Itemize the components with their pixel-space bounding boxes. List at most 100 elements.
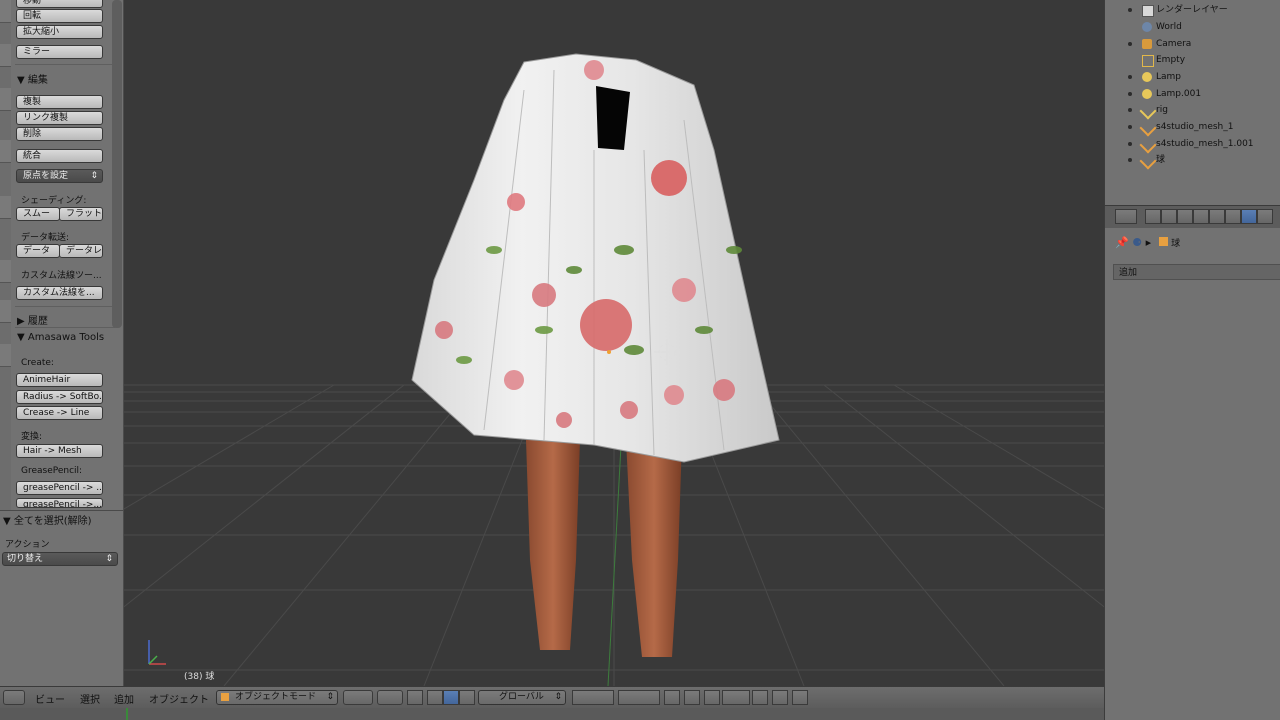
tool-shelf-scrollbar[interactable] <box>112 0 122 328</box>
tab-animation[interactable] <box>0 140 11 163</box>
object-tab-icon[interactable] <box>1209 209 1225 224</box>
custom-normal-tools-label: カスタム法線ツー... <box>21 271 102 281</box>
divider <box>15 306 115 307</box>
scale-manipulator-icon[interactable] <box>459 690 475 705</box>
rotate-manipulator-icon[interactable] <box>443 690 459 705</box>
axis-gizmo <box>148 640 166 665</box>
render-layers-tab-icon[interactable] <box>1161 209 1177 224</box>
outliner-item[interactable]: レンダーレイヤー <box>1105 2 1280 18</box>
anime-hair-button[interactable]: AnimeHair <box>16 373 103 387</box>
grease-pencil-button-1[interactable]: greasePencil -> ... <box>16 481 103 495</box>
delete-button[interactable]: 削除 <box>16 127 103 141</box>
operator-panel-header[interactable]: ▼ 全てを選択(解除) <box>3 512 92 527</box>
opengl-render-icon[interactable] <box>752 690 768 705</box>
tab-s4studio[interactable] <box>0 300 11 323</box>
tab-grease-pencil[interactable] <box>0 260 11 283</box>
layers-grid-1[interactable] <box>572 690 614 705</box>
timeline-strip[interactable] <box>0 708 1104 720</box>
manipulator-toggle-icon[interactable] <box>407 690 423 705</box>
menu-select[interactable]: 選択 <box>80 691 100 706</box>
duplicate-linked-button[interactable]: リンク複製 <box>16 111 103 125</box>
expand-dot-icon <box>1128 125 1132 129</box>
amasawa-panel-header[interactable]: ▼ Amasawa Tools <box>17 332 104 343</box>
breadcrumb-object-label: 球 <box>1171 239 1181 249</box>
dropdown-arrows-icon: ⇕ <box>105 554 113 564</box>
outliner-item-label: Lamp <box>1156 72 1182 82</box>
viewport-shading-menu[interactable] <box>343 690 373 705</box>
snap-toggle-icon[interactable] <box>704 690 720 705</box>
outliner-item[interactable]: s4studio_mesh_1.001 <box>1105 136 1280 154</box>
lock-layers-icon[interactable] <box>664 690 680 705</box>
proportional-edit-icon[interactable] <box>684 690 700 705</box>
outliner-item[interactable]: 球 <box>1105 152 1280 170</box>
divider <box>15 64 115 65</box>
collapse-arrow-icon: ▼ <box>3 516 11 527</box>
world-tab-icon[interactable] <box>1193 209 1209 224</box>
current-frame-marker[interactable] <box>126 708 128 720</box>
join-button[interactable]: 統合 <box>16 149 103 163</box>
outliner-item[interactable]: Lamp <box>1105 69 1280 85</box>
shade-flat-button[interactable]: フラット <box>59 207 103 221</box>
data-tab-icon[interactable] <box>1257 209 1273 224</box>
tab-extra[interactable] <box>0 344 11 367</box>
scene-canvas <box>124 53 1104 686</box>
opengl-animation-icon[interactable] <box>772 690 788 705</box>
grease-pencil-button-2[interactable]: greasePencil ->... <box>16 498 103 508</box>
outliner-item[interactable]: Empty <box>1105 52 1280 68</box>
editor-type-menu[interactable] <box>1115 209 1137 224</box>
snap-element-menu[interactable] <box>722 690 750 705</box>
tab-physics[interactable] <box>0 196 11 219</box>
outliner-item-label: 球 <box>1156 155 1166 165</box>
move-button[interactable]: 移動 <box>16 0 103 8</box>
render-tab-icon[interactable] <box>1145 209 1161 224</box>
expand-dot-icon <box>1128 42 1132 46</box>
constraints-tab-icon[interactable] <box>1225 209 1241 224</box>
action-select[interactable]: 切り替え ⇕ <box>2 552 118 566</box>
menu-view[interactable]: ビュー <box>35 691 65 706</box>
hair-mesh-button[interactable]: Hair -> Mesh <box>16 444 103 458</box>
layers-grid-2[interactable] <box>618 690 660 705</box>
crease-line-button[interactable]: Crease -> Line <box>16 406 103 420</box>
outliner-item[interactable]: s4studio_mesh_1 <box>1105 119 1280 137</box>
frame-object-label: (38) 球 <box>184 672 215 682</box>
data-layout-button[interactable]: データレ <box>59 244 103 258</box>
edit-header-label: 編集 <box>27 75 48 86</box>
translate-manipulator-icon[interactable] <box>427 690 443 705</box>
transform-orientation-select[interactable]: グローバル ⇕ <box>478 690 566 705</box>
add-modifier-dropdown[interactable]: 追加 <box>1113 264 1280 280</box>
3d-viewport[interactable]: (38) 球 <box>124 0 1104 686</box>
menu-add[interactable]: 追加 <box>114 691 134 706</box>
data-transfer-button[interactable]: データ <box>16 244 60 258</box>
dropdown-arrows-icon: ⇕ <box>326 692 334 702</box>
tab-create[interactable] <box>0 44 11 67</box>
tab-tools[interactable] <box>0 0 11 23</box>
custom-normal-button[interactable]: カスタム法線を... <box>16 286 103 300</box>
radius-softbody-button[interactable]: Radius -> SoftBo... <box>16 390 103 404</box>
world-icon <box>1142 22 1152 32</box>
editor-type-menu[interactable] <box>3 690 25 705</box>
outliner-item-label: s4studio_mesh_1 <box>1156 122 1234 132</box>
rotate-button[interactable]: 回転 <box>16 9 103 23</box>
edit-panel-header[interactable]: ▼ 編集 <box>17 71 48 86</box>
set-origin-select[interactable]: 原点を設定 ⇕ <box>16 169 103 183</box>
modifiers-tab-icon[interactable] <box>1241 209 1257 224</box>
pivot-point-menu[interactable] <box>377 690 403 705</box>
outliner-item[interactable]: rig <box>1105 102 1280 120</box>
mesh-icon <box>1139 136 1157 154</box>
mode-select[interactable]: オブジェクトモード ⇕ <box>216 690 338 705</box>
history-panel-header[interactable]: ▶ 履歴 <box>17 312 48 327</box>
shade-smooth-button[interactable]: スムー <box>16 207 60 221</box>
scene-icon: ⚈ <box>1132 236 1143 249</box>
mirror-button[interactable]: ミラー <box>16 45 103 59</box>
scale-button[interactable]: 拡大縮小 <box>16 25 103 39</box>
render-button-icon[interactable] <box>792 690 808 705</box>
outliner-item[interactable]: Lamp.001 <box>1105 86 1280 102</box>
tab-relations[interactable] <box>0 88 11 111</box>
scene-tab-icon[interactable] <box>1177 209 1193 224</box>
outliner-item[interactable]: World <box>1105 19 1280 35</box>
pin-icon[interactable]: 📌 <box>1115 236 1129 249</box>
duplicate-button[interactable]: 複製 <box>16 95 103 109</box>
menu-object[interactable]: オブジェクト <box>149 691 209 706</box>
divider <box>15 327 115 328</box>
outliner-item[interactable]: Camera <box>1105 36 1280 52</box>
